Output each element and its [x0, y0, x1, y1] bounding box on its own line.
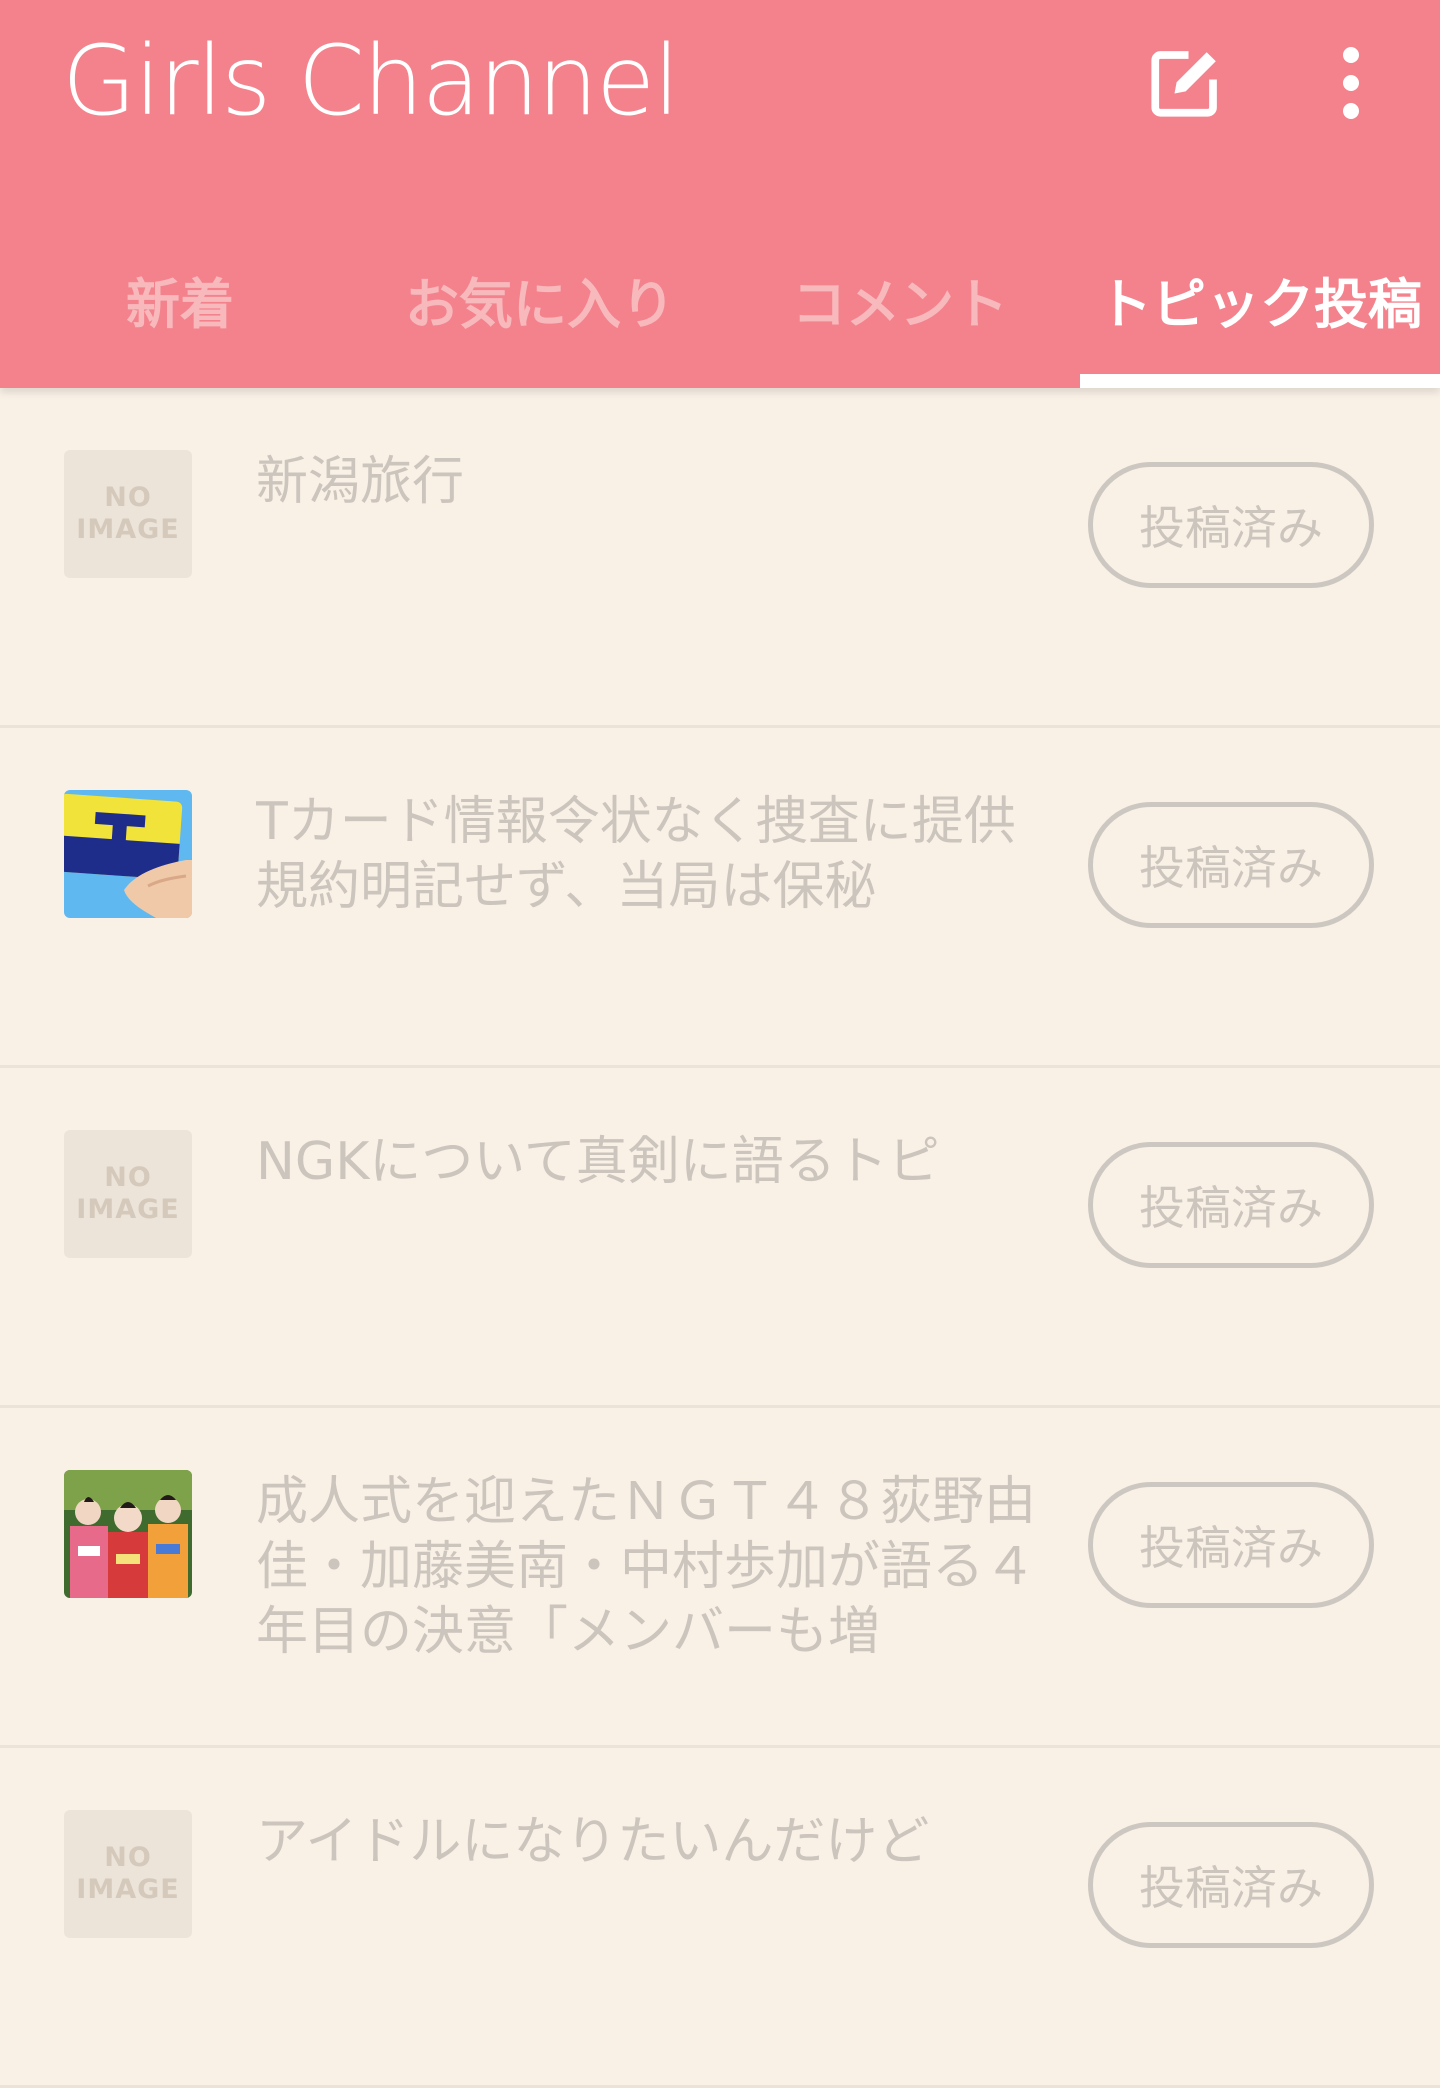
app-title: Girls Channel [62, 25, 680, 137]
posted-status-button[interactable]: 投稿済み [1088, 1142, 1374, 1268]
more-options-button[interactable] [1306, 38, 1396, 128]
active-tab-indicator [1080, 374, 1440, 388]
edit-button[interactable] [1140, 38, 1230, 128]
edit-icon [1151, 51, 1217, 117]
no-image-text: IMAGE [76, 1194, 180, 1225]
no-image-text: IMAGE [76, 514, 180, 545]
list-item[interactable]: NO IMAGE NGKについて真剣に語るトピ 投稿済み [0, 1068, 1440, 1408]
tab-label: 新着 [126, 273, 234, 336]
posted-status-button[interactable]: 投稿済み [1088, 802, 1374, 928]
tab-bar: 新着 お気に入り コメント トピック投稿 [0, 230, 1440, 388]
list-item[interactable]: Tカード情報令状なく捜査に提供 規約明記せず、当局は保秘 投稿済み [0, 728, 1440, 1068]
no-image-text: IMAGE [76, 1874, 180, 1905]
group-photo-thumbnail [64, 1470, 192, 1598]
topic-title: 新潟旅行 [256, 452, 465, 512]
topic-list: NO IMAGE 新潟旅行 投稿済み Tカード情報令状なく捜査に提供 規約明記せ… [0, 388, 1440, 2088]
t-card-thumbnail [64, 790, 192, 918]
t-card-image [64, 790, 192, 918]
posted-status-button[interactable]: 投稿済み [1088, 1822, 1374, 1948]
tab-new[interactable]: 新着 [0, 230, 360, 388]
no-image-thumbnail: NO IMAGE [64, 1810, 192, 1938]
list-item[interactable]: NO IMAGE アイドルになりたいんだけど 投稿済み [0, 1748, 1440, 2088]
topic-title: Tカード情報令状なく捜査に提供 規約明記せず、当局は保秘 [256, 792, 1016, 917]
posted-status-button[interactable]: 投稿済み [1088, 462, 1374, 588]
no-image-text: NO [104, 482, 152, 513]
no-image-thumbnail: NO IMAGE [64, 450, 192, 578]
list-item[interactable]: NO IMAGE 新潟旅行 投稿済み [0, 388, 1440, 728]
topic-title: 成人式を迎えたＮＧＴ４８荻野由佳・加藤美南・中村歩加が語る４年目の決意「メンバー… [256, 1472, 1037, 1662]
group-photo-image [64, 1470, 192, 1598]
topic-title: アイドルになりたいんだけど [256, 1812, 930, 1872]
tab-comments[interactable]: コメント [720, 230, 1080, 388]
tab-label: コメント [792, 273, 1008, 336]
no-image-text: NO [104, 1162, 152, 1193]
tab-favorites[interactable]: お気に入り [360, 230, 720, 388]
no-image-thumbnail: NO IMAGE [64, 1130, 192, 1258]
posted-status-button[interactable]: 投稿済み [1088, 1482, 1374, 1608]
tab-label: お気に入り [405, 273, 675, 336]
no-image-text: NO [104, 1842, 152, 1873]
list-item[interactable]: 成人式を迎えたＮＧＴ４８荻野由佳・加藤美南・中村歩加が語る４年目の決意「メンバー… [0, 1408, 1440, 1748]
tab-topic-posts[interactable]: トピック投稿 [1080, 230, 1440, 388]
app-bar: Girls Channel 新着 お気に入り コメント トピック投稿 [0, 0, 1440, 388]
more-vertical-icon [1343, 47, 1359, 119]
topic-title: NGKについて真剣に語るトピ [256, 1132, 940, 1192]
tab-label: トピック投稿 [1098, 273, 1422, 336]
